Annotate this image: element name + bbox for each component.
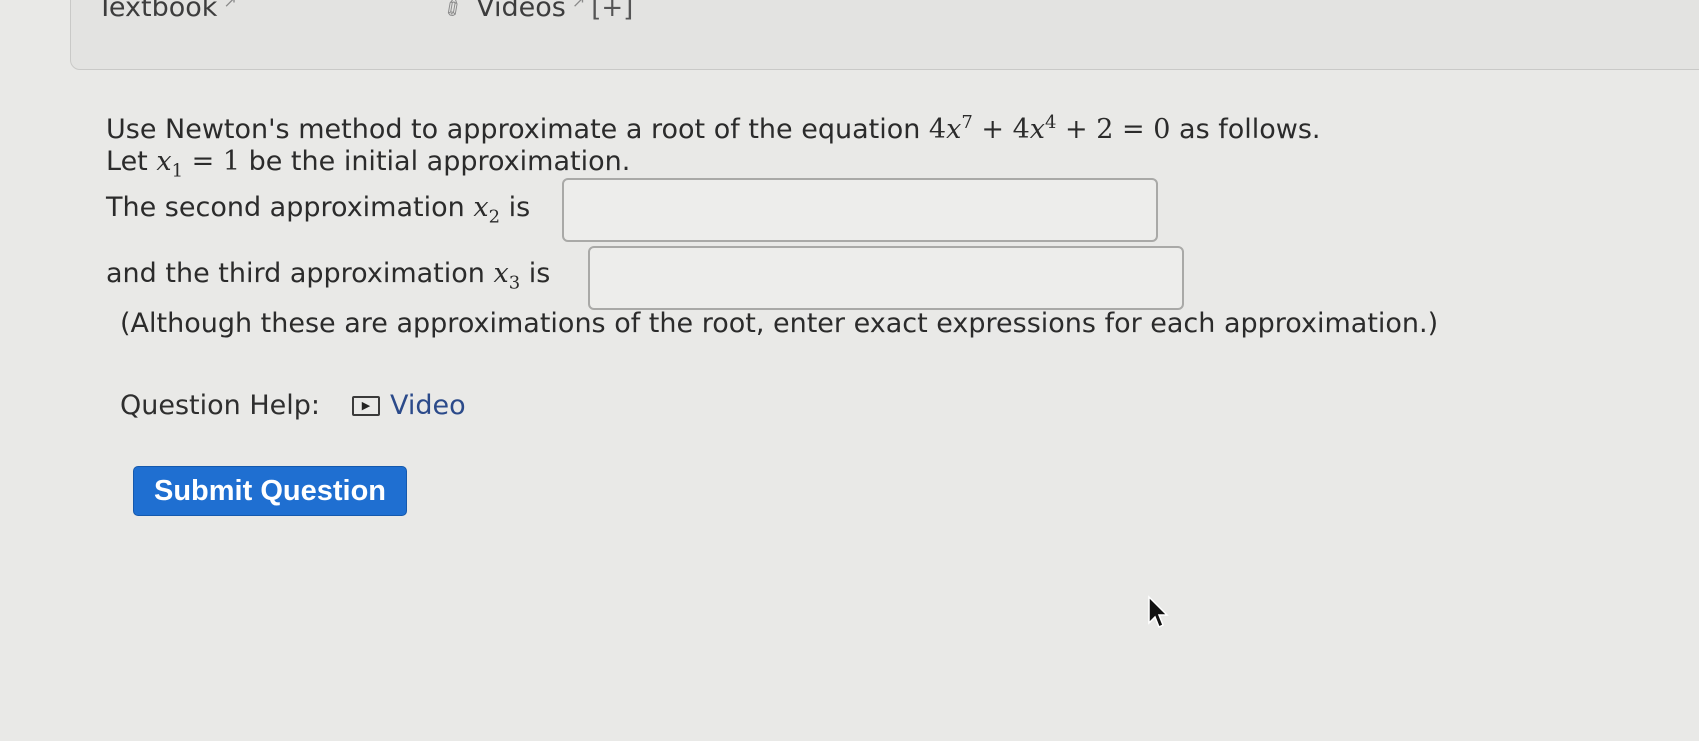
videos-link-label: Videos (476, 0, 566, 23)
second-approximation-input[interactable] (562, 178, 1158, 242)
top-resources-panel (70, 0, 1699, 70)
question-intro-text: Use Newton's method to approximate a roo… (106, 114, 929, 145)
question-help-video-link[interactable]: Video (390, 390, 466, 421)
expand-videos-button[interactable]: [+] (591, 0, 633, 23)
submit-question-button[interactable]: Submit Question (133, 466, 407, 516)
question-help-row: Question Help: ▶ Video (120, 390, 466, 421)
question-intro-suffix: as follows. (1170, 114, 1321, 145)
video-play-icon[interactable]: ▶ (352, 395, 380, 416)
x1-variable: x (156, 146, 172, 177)
mouse-cursor-icon (1148, 595, 1169, 629)
question-line-2: Let x1 = 1 be the initial approximation. (106, 146, 631, 182)
second-approximation-label: The second approximation x2 is (106, 192, 531, 228)
third-approximation-label: and the third approximation x3 is (106, 258, 551, 294)
exact-expression-note: (Although these are approximations of th… (120, 308, 1439, 339)
textbook-link[interactable]: Textbook ↗ (97, 0, 237, 23)
textbook-link-label: Textbook (97, 0, 218, 23)
question-help-label: Question Help: (120, 390, 320, 421)
third-approximation-input[interactable] (588, 246, 1184, 310)
external-link-icon: ↗ (223, 0, 237, 11)
equation: 4x7 + 4x4 + 2 = 0 (928, 112, 1171, 145)
question-line-1: Use Newton's method to approximate a roo… (106, 112, 1321, 145)
videos-link[interactable]: ✐ Videos ↗ [+] (438, 0, 634, 25)
external-link-icon: ↗ (571, 0, 586, 11)
